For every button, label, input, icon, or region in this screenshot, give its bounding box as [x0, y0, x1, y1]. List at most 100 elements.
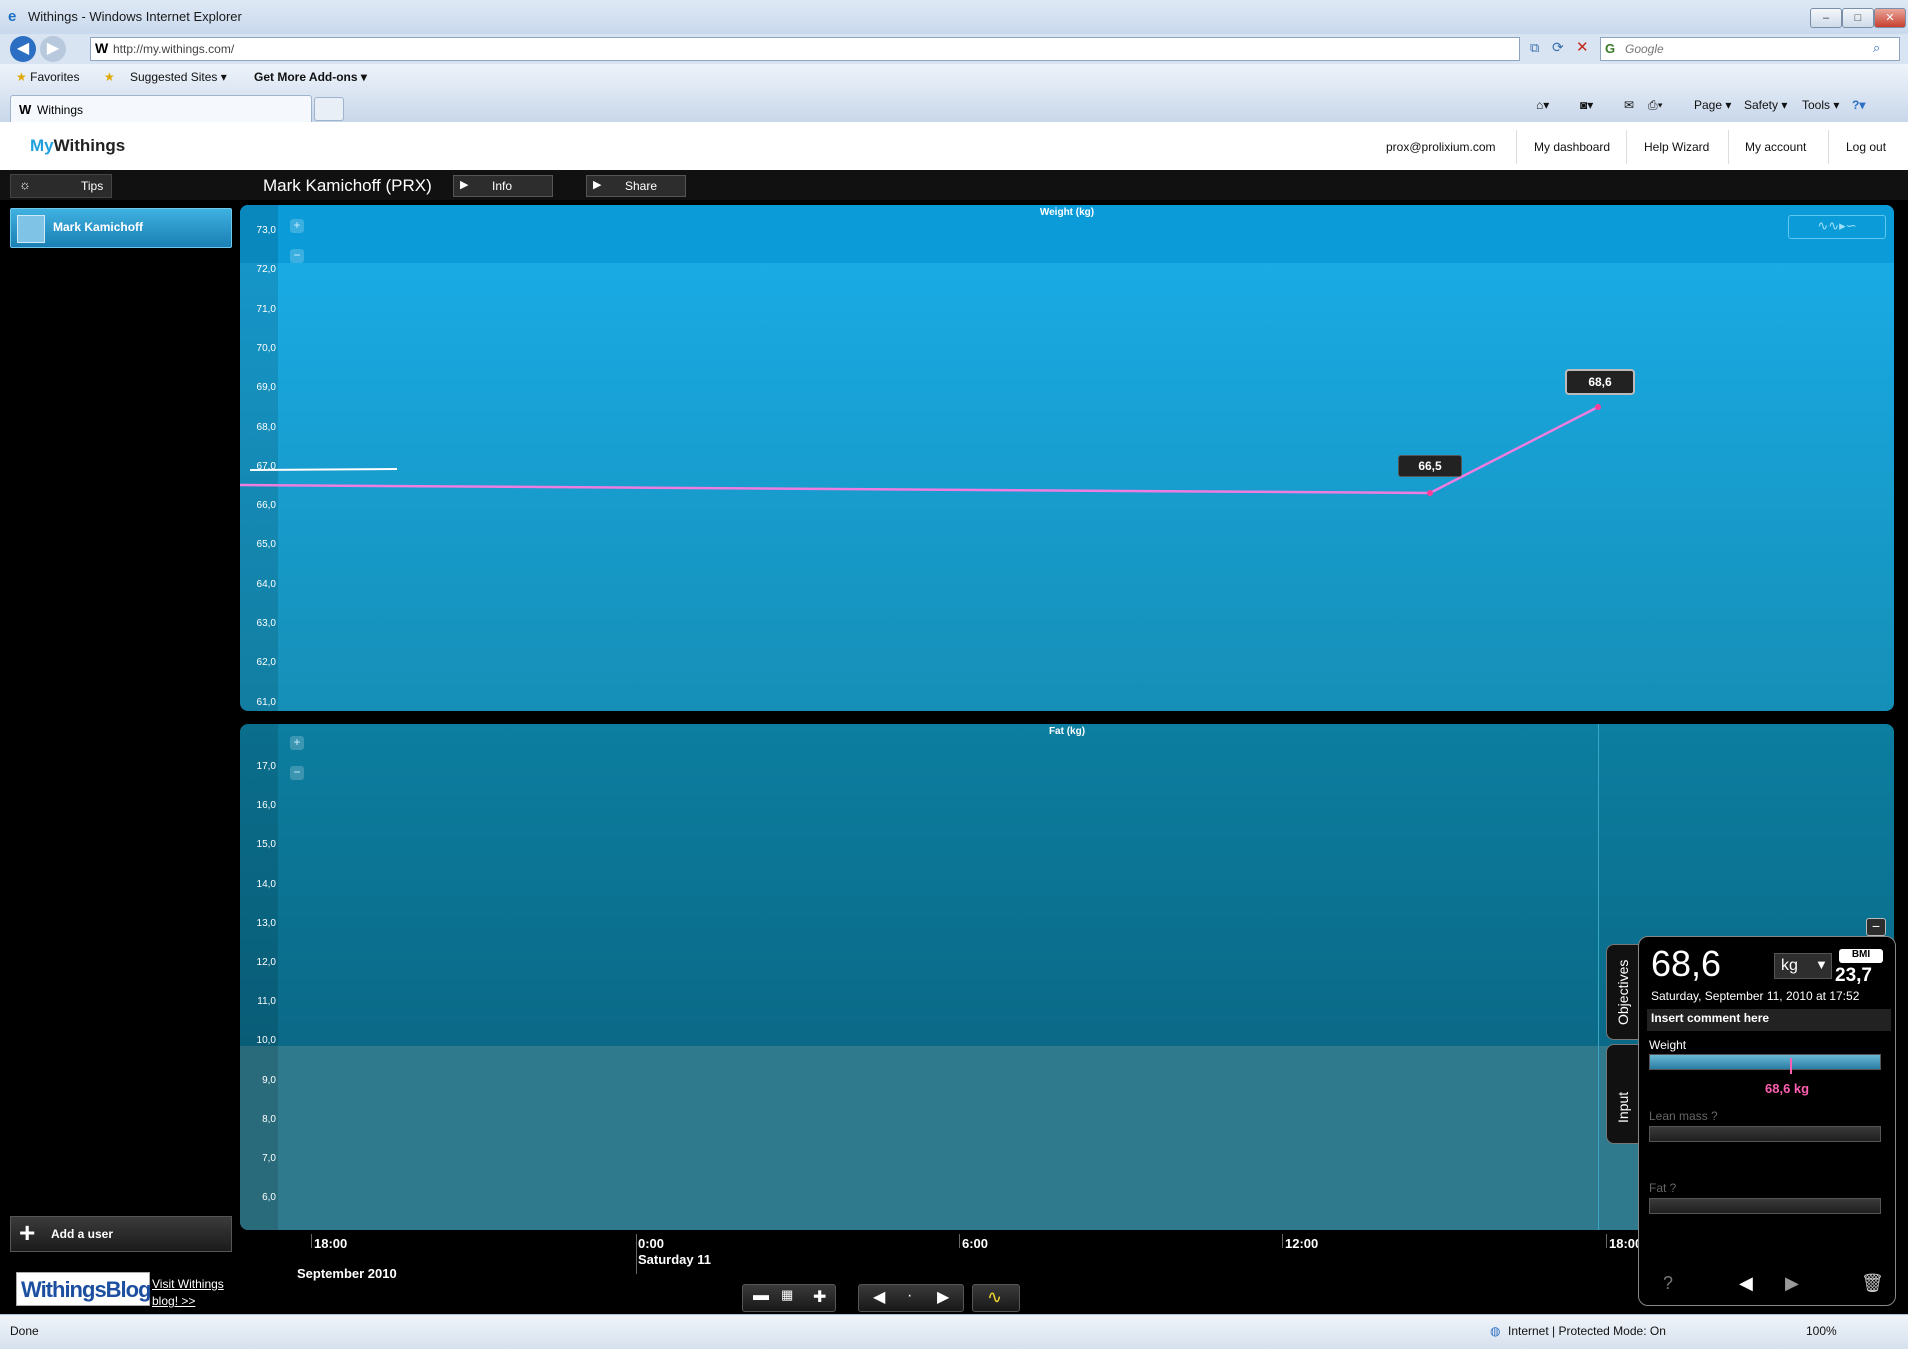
help-wizard-link[interactable]: Help Wizard [1644, 140, 1709, 154]
my-dashboard-link[interactable]: My dashboard [1534, 140, 1610, 154]
print-icon[interactable]: ⎙▾ [1648, 98, 1663, 113]
comment-field[interactable]: Insert comment here [1647, 1009, 1891, 1031]
collapse-panel-button[interactable]: − [1866, 918, 1886, 936]
add-favorite-icon[interactable]: ★ [104, 70, 115, 84]
weight-slider-value: 68,6 kg [1765, 1081, 1810, 1096]
withings-blog-logo[interactable]: WithingsBlog [16, 1272, 152, 1306]
x-tick [1606, 1234, 1607, 1248]
maximize-button[interactable]: □ [1842, 8, 1874, 28]
x-tick-label: 0:00 [638, 1236, 665, 1251]
play-icon: ▶ [460, 179, 469, 191]
star-icon: ★ [16, 70, 27, 84]
weight-slider[interactable] [1649, 1054, 1881, 1070]
compat-view-icon[interactable]: ⧉ [1530, 40, 1539, 56]
zoom-out-button[interactable]: ▬ [753, 1287, 769, 1305]
favorites-bar: ★ Favorites ★ Suggested Sites ▾ Get More… [0, 64, 1908, 92]
favorites-button[interactable]: ★ Favorites [16, 70, 79, 84]
weight-plot [240, 404, 1601, 496]
home-icon[interactable]: ⌂▾ [1536, 98, 1549, 112]
weight-slider-marker[interactable] [1790, 1058, 1792, 1074]
previous-button[interactable]: ◀ [873, 1287, 885, 1307]
stop-icon[interactable]: ✕ [1576, 38, 1589, 56]
fat-label: Fat ? [1649, 1181, 1677, 1195]
account-email[interactable]: prox@prolixium.com [1386, 140, 1496, 154]
trash-icon[interactable]: 🗑 [1861, 1273, 1884, 1294]
minimize-button[interactable]: – [1810, 8, 1842, 28]
mywithings-logo[interactable]: MyWithings [30, 136, 125, 156]
sidebar: Mark Kamichoff + Add a user [10, 200, 232, 1315]
y-tick-label: 12,0 [256, 957, 276, 968]
y-tick-label: 10,0 [256, 1035, 276, 1047]
y-tick-label: 17,0 [256, 761, 276, 772]
weight-point[interactable] [1595, 404, 1601, 410]
add-user-button[interactable]: + Add a user [10, 1216, 232, 1252]
y-tick-label: 16,0 [256, 800, 276, 812]
zoom-controls: ▬ ▦ ✚ [742, 1284, 836, 1312]
fat-chart-title: Fat (kg) [1048, 726, 1086, 737]
divider [1728, 130, 1729, 164]
tab-input[interactable]: Input [1606, 1044, 1642, 1144]
help-button[interactable]: ? [1663, 1273, 1673, 1294]
y-tick-label: 6,0 [262, 1192, 276, 1204]
new-tab-button[interactable] [314, 97, 344, 121]
center-button[interactable]: · [907, 1287, 912, 1305]
measurement-date: Saturday, September 11, 2010 at 17:52 [1651, 989, 1860, 1003]
y-tick-label: 14,0 [256, 878, 276, 890]
measurement-panel: 68,6 kg ▼ BMI 23,7 Saturday, September 1… [1638, 936, 1896, 1306]
feeds-icon[interactable]: ◙▾ [1580, 98, 1593, 112]
sidebar-item-user[interactable]: Mark Kamichoff [10, 208, 232, 248]
close-window-button[interactable]: ✕ [1874, 8, 1906, 28]
forward-button[interactable]: ▶ [40, 36, 66, 62]
weight-line [240, 405, 1599, 495]
weight-point[interactable] [1427, 490, 1433, 496]
zoom-in-button[interactable]: ✚ [813, 1287, 826, 1307]
lightbulb-icon: ☼ [19, 177, 31, 192]
my-account-link[interactable]: My account [1745, 140, 1806, 154]
lean-mass-label: Lean mass ? [1649, 1109, 1718, 1123]
safety-menu[interactable]: Safety ▾ [1744, 98, 1787, 112]
curve-toggle[interactable]: ∿ [972, 1284, 1020, 1312]
tab-withings[interactable]: W Withings [10, 95, 312, 122]
lean-mass-slider[interactable] [1649, 1126, 1881, 1142]
back-button[interactable]: ◀ [10, 36, 36, 62]
y-tick-label: 7,0 [262, 1153, 276, 1164]
address-bar[interactable]: W http://my.withings.com/ [90, 37, 1520, 61]
weight-chart[interactable]: Weight (kg) + − ∿∿▸∽ 73,0 72,0 71,0 70,0 69,… [240, 205, 1894, 711]
status-text: Done [10, 1324, 39, 1338]
logout-link[interactable]: Log out [1846, 140, 1886, 154]
input-tab-label: Input [1615, 1091, 1631, 1123]
next-button[interactable]: ▶ [937, 1287, 949, 1307]
divider [1626, 130, 1627, 164]
add-user-label: Add a user [51, 1227, 114, 1241]
help-icon[interactable]: ?▾ [1852, 98, 1865, 112]
security-zone: Internet | Protected Mode: On [1508, 1324, 1666, 1338]
share-button[interactable]: ▶ Share [586, 175, 686, 197]
zoom-in-button[interactable]: + [290, 736, 304, 750]
google-icon: G [1605, 41, 1616, 56]
info-button[interactable]: ▶ Info [453, 175, 553, 197]
previous-measure-button[interactable]: ◀ [1739, 1273, 1753, 1294]
search-icon[interactable]: ⌕ [1873, 40, 1880, 56]
page-menu[interactable]: Page ▾ [1694, 98, 1731, 112]
tips-button[interactable]: ☼ Tips [10, 174, 112, 198]
next-measure-button[interactable]: ▶ [1785, 1273, 1799, 1294]
tab-objectives[interactable]: Objectives [1606, 944, 1642, 1040]
page-header: MyWithings prox@prolixium.com My dashboa… [0, 122, 1908, 171]
tips-label: Tips [81, 179, 104, 193]
y-tick-label: 13,0 [256, 917, 276, 929]
x-tick-label: 12:00 [1285, 1236, 1319, 1251]
suggested-sites-button[interactable]: Suggested Sites ▾ [130, 70, 227, 84]
plus-icon: + [19, 1217, 36, 1248]
mail-icon[interactable]: ✉ [1624, 98, 1634, 112]
unit-select[interactable]: kg ▼ [1774, 953, 1832, 979]
calendar-icon[interactable]: ▦ [781, 1287, 793, 1303]
search-box[interactable]: G Google ⌕ [1600, 37, 1900, 61]
tools-menu[interactable]: Tools ▾ [1802, 98, 1839, 112]
ie-icon: e [8, 8, 17, 25]
refresh-icon[interactable]: ⟳ [1552, 39, 1564, 56]
visit-blog-link[interactable]: Visit Withings blog! >> [152, 1276, 232, 1310]
addons-button[interactable]: Get More Add-ons ▾ [254, 70, 367, 84]
fat-slider[interactable] [1649, 1198, 1881, 1214]
zoom-level[interactable]: 100% [1806, 1324, 1837, 1338]
zoom-out-button[interactable]: − [290, 766, 304, 780]
